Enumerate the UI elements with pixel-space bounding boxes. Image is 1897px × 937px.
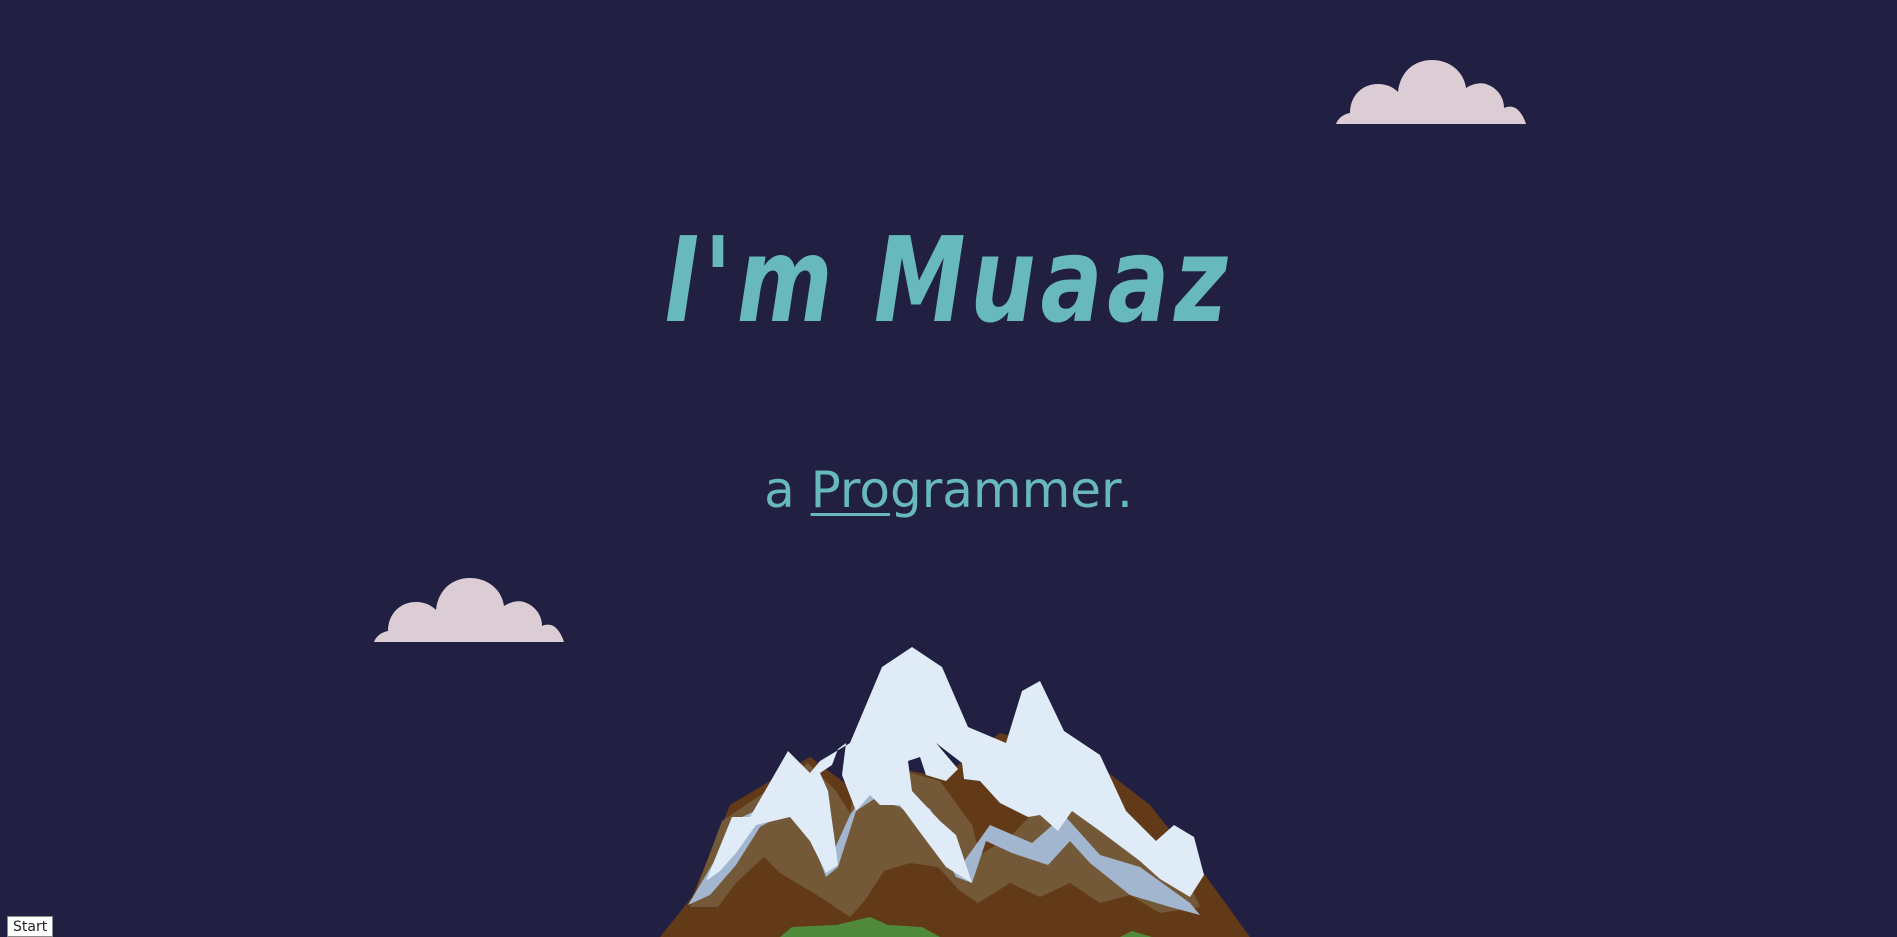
start-button[interactable]: Start xyxy=(7,916,54,937)
cloud-icon xyxy=(374,578,564,642)
hero-scene: I'm Muaaz a Programmer. Start xyxy=(0,0,1897,937)
subtitle-prefix: a xyxy=(764,461,811,519)
subtitle-rest: grammer. xyxy=(889,461,1133,519)
role-subtitle: a Programmer. xyxy=(0,458,1897,522)
page-title: I'm Muaaz xyxy=(664,211,1233,349)
cloud-icon xyxy=(1336,60,1526,124)
subtitle-typed: Pro xyxy=(810,461,890,519)
mountain-icon xyxy=(660,647,1250,937)
